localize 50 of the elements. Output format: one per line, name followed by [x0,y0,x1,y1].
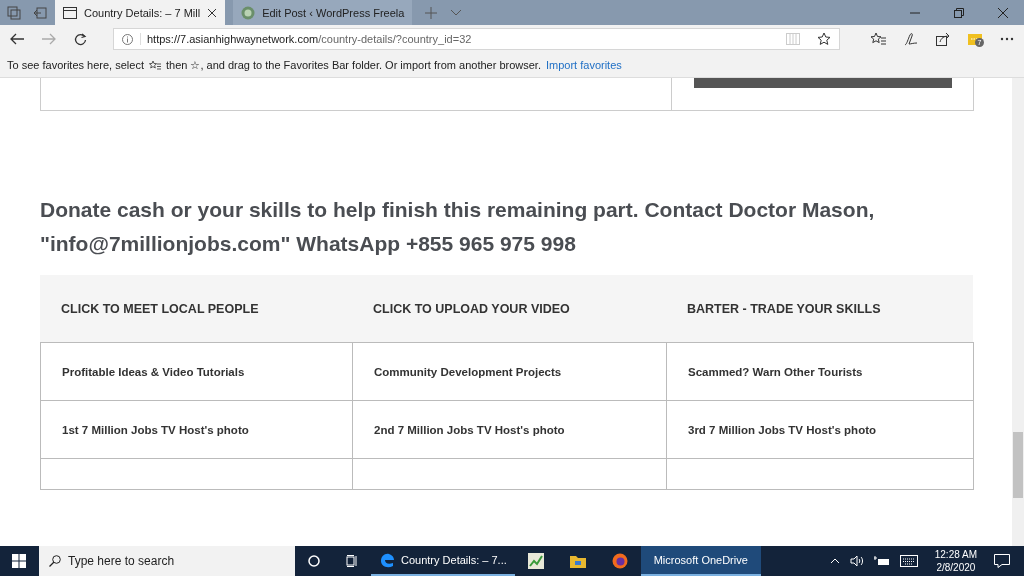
favorites-hint: To see favorites here, select [7,59,144,71]
chevron-up-icon[interactable] [829,558,840,564]
browser-app-icon[interactable] [611,553,628,569]
restore-icon[interactable] [954,7,964,18]
clock-date[interactable]: 2/8/2020 [936,561,976,574]
task-view-icon[interactable] [346,555,358,567]
browser-tab[interactable]: Edit Post ‹ WordPress Freela [233,0,413,25]
windows-start-icon[interactable] [12,554,26,568]
taskbar-app[interactable]: Country Details: – 7... [371,546,515,576]
search-icon [49,555,61,567]
clock-time[interactable]: 12:28 AM [934,548,977,561]
taskbar-app[interactable]: Microsoft OneDrive [640,546,761,576]
address-bar[interactable]: https://7.asianhighwaynetwork.com/country-details/?country_id=32 [113,28,840,50]
battery-icon[interactable] [873,556,890,566]
share-icon[interactable] [936,32,950,46]
refresh-icon[interactable] [74,32,87,46]
star-icon[interactable] [817,32,831,46]
edge-icon [379,552,395,568]
back-icon[interactable] [10,33,24,45]
chart-app-icon[interactable] [527,553,544,569]
close-icon[interactable] [998,7,1008,18]
page-icon [63,6,77,19]
search-field[interactable]: Type here to search [39,546,295,576]
table-cell[interactable]: Scammed? Warn Other Tourists [666,342,974,401]
keyboard-icon[interactable] [899,555,918,567]
speaker-icon[interactable] [849,555,864,567]
table-cell[interactable]: Profitable Ideas & Video Tutorials [40,342,353,401]
scroll-thumb[interactable] [1013,432,1023,498]
info-icon [122,33,133,45]
favorites-icon [148,60,161,70]
favorites-hint: then ☆, and drag to the Favorites Bar folder. Or import from another browser. [165,58,541,72]
favorites-icon[interactable] [870,32,886,46]
chevron-down-icon[interactable] [450,8,463,17]
pen-icon[interactable] [904,32,918,46]
url-text[interactable]: https://7.asianhighwaynetwork.com/country-details/?country_id=32 [140,33,472,45]
forward-icon [42,33,56,45]
column-header[interactable]: CLICK TO MEET LOCAL PEOPLE [40,275,352,342]
back-tab-icon[interactable] [33,5,47,20]
folder-icon[interactable] [569,554,586,568]
browser-tab[interactable]: Country Details: – 7 Mill [55,0,226,25]
more-icon[interactable] [1000,37,1014,41]
scrollbar[interactable] [1012,78,1024,546]
column-header[interactable]: CLICK TO UPLOAD YOUR VIDEO [352,275,666,342]
site-icon [241,5,256,20]
heading: Donate cash or your skills to help finish this remaining part. Contact Doctor Mason, "info@7millionjobs.com" WhatsApp +855 965 975 998 [40,197,876,257]
cortana-icon[interactable] [308,555,320,567]
import-favorites-link[interactable]: Import favorites [546,59,622,71]
notifications-icon[interactable] [994,554,1010,568]
close-icon[interactable] [207,7,218,18]
column-header[interactable]: BARTER - TRADE YOUR SKILLS [666,275,973,342]
